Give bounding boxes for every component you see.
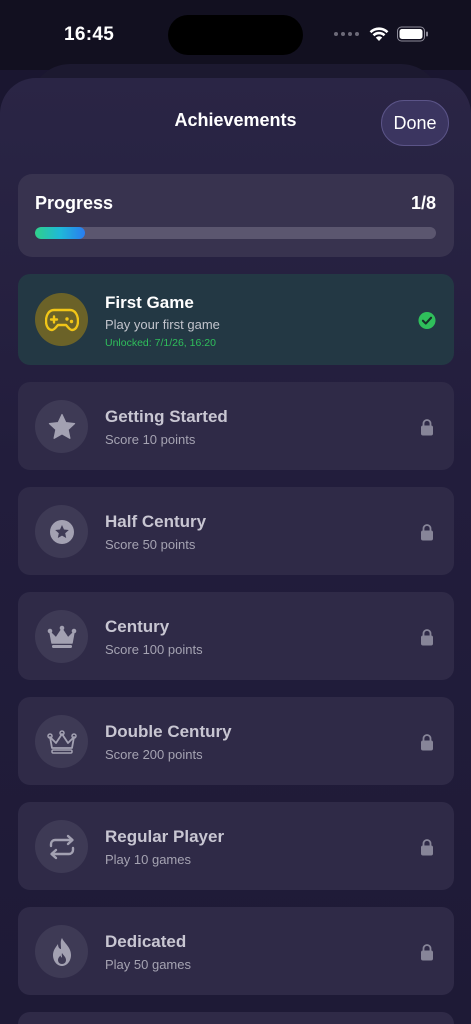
repeat-icon xyxy=(35,820,88,873)
crown-outline-icon xyxy=(35,715,88,768)
star-icon xyxy=(35,400,88,453)
progress-card: Progress 1/8 xyxy=(18,174,454,257)
achievement-first-game[interactable]: First Game Play your first game Unlocked… xyxy=(18,274,454,365)
lock-icon xyxy=(418,942,436,962)
star-circle-icon xyxy=(35,505,88,558)
status-icons xyxy=(334,26,429,42)
achievement-title: Double Century xyxy=(105,722,232,741)
lock-icon xyxy=(418,837,436,857)
gamepad-icon xyxy=(35,293,88,346)
status-time: 16:45 xyxy=(64,24,115,45)
achievement-description: Play your first game xyxy=(105,317,220,332)
achievement-half-century[interactable]: Half Century Score 50 points xyxy=(18,487,454,575)
status-bar: 16:45 xyxy=(0,0,471,70)
achievement-description: Score 200 points xyxy=(105,747,203,762)
progress-bar xyxy=(35,227,436,239)
achievement-description: Score 10 points xyxy=(105,432,196,447)
achievement-next-partial[interactable] xyxy=(18,1012,454,1024)
achievement-title: Getting Started xyxy=(105,407,228,426)
lock-icon xyxy=(418,417,436,437)
achievement-dedicated[interactable]: Dedicated Play 50 games xyxy=(18,907,454,995)
lock-icon xyxy=(418,522,436,542)
progress-count: 1/8 xyxy=(410,193,436,213)
achievement-century[interactable]: Century Score 100 points xyxy=(18,592,454,680)
achievement-list: First Game Play your first game Unlocked… xyxy=(18,274,454,1012)
dynamic-island xyxy=(168,15,303,55)
achievement-unlocked-date: Unlocked: 7/1/26, 16:20 xyxy=(105,337,216,349)
achievement-title: Half Century xyxy=(105,512,207,531)
progress-bar-fill xyxy=(35,227,86,239)
achievement-title: First Game xyxy=(105,293,194,312)
progress-label: Progress xyxy=(35,193,114,213)
achievement-description: Play 10 games xyxy=(105,852,191,867)
achievement-title: Dedicated xyxy=(105,932,187,951)
achievement-title: Regular Player xyxy=(105,827,225,846)
lock-icon xyxy=(418,732,436,752)
wifi-icon xyxy=(369,27,389,41)
signal-dots-icon xyxy=(334,32,359,36)
achievement-description: Score 50 points xyxy=(105,537,196,552)
flame-icon xyxy=(35,925,88,978)
achievement-description: Score 100 points xyxy=(105,642,203,657)
achievement-description: Play 50 games xyxy=(105,957,191,972)
achievement-title: Century xyxy=(105,617,170,636)
achievement-double-century[interactable]: Double Century Score 200 points xyxy=(18,697,454,785)
done-button[interactable]: Done xyxy=(381,100,449,146)
achievement-regular-player[interactable]: Regular Player Play 10 games xyxy=(18,802,454,890)
achievement-getting-started[interactable]: Getting Started Score 10 points xyxy=(18,382,454,470)
checkmark-icon xyxy=(418,310,436,330)
lock-icon xyxy=(418,627,436,647)
crown-icon xyxy=(35,610,88,663)
battery-icon xyxy=(397,26,428,42)
